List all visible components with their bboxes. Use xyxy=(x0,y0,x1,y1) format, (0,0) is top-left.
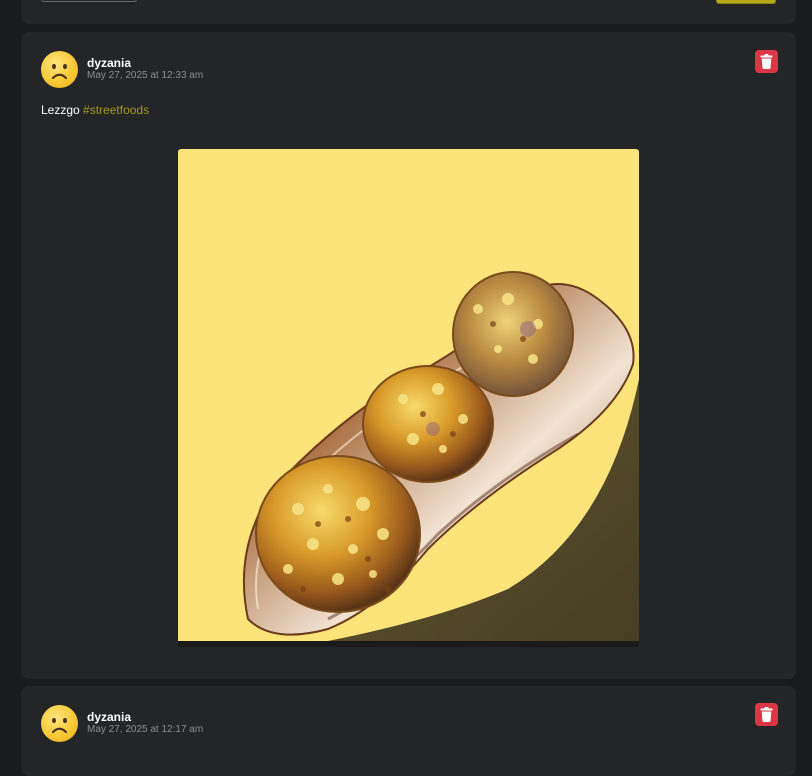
previous-post-action-button[interactable] xyxy=(716,0,776,4)
post-card: dyzania May 27, 2025 at 12:33 am Lezzgo … xyxy=(21,32,796,679)
post-timestamp: May 27, 2025 at 12:33 am xyxy=(87,70,204,81)
post-text: Lezzgo xyxy=(41,103,80,117)
trash-icon xyxy=(760,707,773,722)
post-caption: Lezzgo #streetfoods xyxy=(41,103,149,117)
delete-post-button[interactable] xyxy=(755,50,778,73)
frowning-face-icon xyxy=(51,63,68,80)
trash-icon xyxy=(760,54,773,69)
post-image[interactable] xyxy=(178,149,639,647)
post-timestamp: May 27, 2025 at 12:17 am xyxy=(87,724,204,735)
hashtag-link[interactable]: #streetfoods xyxy=(83,103,149,117)
frowning-face-icon xyxy=(51,717,68,734)
street-food-image xyxy=(178,149,639,647)
previous-post-button[interactable] xyxy=(41,0,137,2)
post-username[interactable]: dyzania xyxy=(87,710,131,724)
post-username[interactable]: dyzania xyxy=(87,56,131,70)
previous-post-card xyxy=(21,0,796,24)
avatar[interactable] xyxy=(41,705,78,742)
post-card: dyzania May 27, 2025 at 12:17 am xyxy=(21,686,796,776)
avatar[interactable] xyxy=(41,51,78,88)
delete-post-button[interactable] xyxy=(755,703,778,726)
